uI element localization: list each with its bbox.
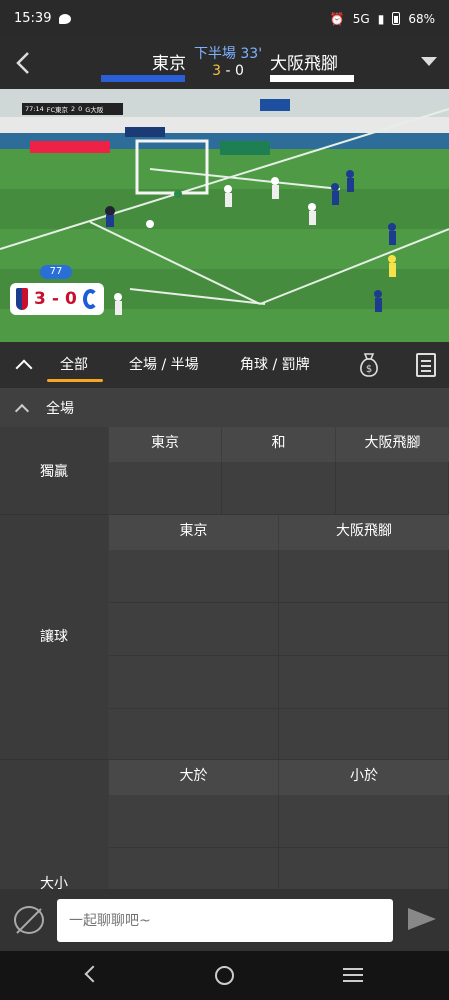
section-collapse-icon bbox=[14, 400, 30, 416]
odds-cell[interactable] bbox=[109, 795, 279, 848]
broadcast-away-score: 0 bbox=[78, 105, 83, 113]
winner-col-home: 東京 bbox=[109, 427, 221, 462]
broadcast-home-score: 2 bbox=[71, 105, 76, 113]
odds-cell[interactable] bbox=[279, 848, 449, 889]
signal-icon: ▮ bbox=[377, 11, 385, 26]
back-arrow-icon bbox=[16, 52, 29, 74]
nav-recents-icon[interactable] bbox=[343, 968, 363, 982]
odds-cell[interactable] bbox=[109, 550, 279, 603]
collapse-video-icon[interactable] bbox=[14, 355, 34, 375]
home-team-name: 東京 bbox=[152, 54, 186, 74]
market-tab-bar: 全部 全場 / 半場 角球 / 罰牌 $ bbox=[0, 342, 449, 388]
total-col-over: 大於 bbox=[109, 760, 278, 795]
odds-cell[interactable] bbox=[279, 795, 449, 848]
broadcast-scoreboard: 77:14 FC東京 2 0 G大阪 bbox=[22, 103, 123, 115]
odds-cell[interactable] bbox=[109, 656, 279, 709]
tab-full-half[interactable]: 全場 / 半場 bbox=[129, 354, 199, 374]
odds-cell[interactable] bbox=[279, 709, 449, 760]
home-score: 3 bbox=[212, 63, 222, 79]
market-list: 獨贏 東京 和 大阪飛腳 讓球 東京 大阪飛腳 大小 大於 小於 bbox=[0, 427, 449, 889]
document-icon[interactable] bbox=[416, 353, 436, 377]
odds-cell[interactable] bbox=[279, 603, 449, 656]
tab-all[interactable]: 全部 bbox=[60, 354, 88, 374]
card-home-score: 3 bbox=[34, 289, 46, 309]
broadcast-home: FC東京 bbox=[46, 106, 69, 114]
system-nav-bar bbox=[0, 951, 449, 1000]
home-team-color-bar bbox=[101, 75, 185, 82]
chat-input[interactable] bbox=[57, 899, 393, 942]
card-away-score: 0 bbox=[64, 289, 77, 309]
market-handicap-label: 讓球 bbox=[40, 629, 68, 645]
odds-cell[interactable] bbox=[279, 550, 449, 603]
back-button[interactable] bbox=[8, 45, 38, 81]
handicap-col-away: 大阪飛腳 bbox=[279, 515, 449, 550]
tab-corner-card[interactable]: 角球 / 罰牌 bbox=[240, 354, 310, 374]
battery-icon bbox=[392, 12, 401, 25]
chat-bar bbox=[0, 889, 449, 951]
odds-cell[interactable] bbox=[109, 709, 279, 760]
winner-col-away: 大阪飛腳 bbox=[336, 427, 449, 462]
away-team-name: 大阪飛腳 bbox=[270, 54, 338, 74]
nav-home-icon[interactable] bbox=[215, 966, 234, 985]
odds-cell[interactable] bbox=[336, 462, 449, 515]
svg-text:$: $ bbox=[366, 364, 372, 375]
send-icon[interactable] bbox=[408, 908, 436, 930]
match-period: 下半場 33' bbox=[193, 46, 263, 62]
broadcast-away: G大阪 bbox=[85, 106, 104, 114]
total-col-under: 小於 bbox=[279, 760, 449, 795]
section-full-match[interactable]: 全場 bbox=[0, 388, 449, 427]
match-dropdown-icon[interactable] bbox=[421, 57, 437, 66]
battery-level: 68% bbox=[408, 11, 435, 26]
score-card[interactable]: 3 - 0 bbox=[10, 283, 104, 315]
away-score: 0 bbox=[234, 63, 244, 79]
status-bar: 15:39 ⏰ 5G ▮ 68% bbox=[0, 0, 449, 37]
card-separator: - bbox=[51, 289, 59, 309]
message-notification-icon bbox=[59, 13, 72, 24]
odds-cell[interactable] bbox=[109, 848, 279, 889]
odds-cell[interactable] bbox=[109, 462, 222, 515]
odds-cell[interactable] bbox=[279, 656, 449, 709]
home-crest-icon bbox=[16, 288, 29, 310]
minute-badge: 77 bbox=[40, 265, 72, 279]
score-separator: - bbox=[225, 63, 231, 79]
nav-back-icon[interactable] bbox=[84, 965, 102, 983]
chat-disabled-icon[interactable] bbox=[14, 906, 44, 934]
odds-cell[interactable] bbox=[109, 603, 279, 656]
match-score: 3 - 0 bbox=[190, 63, 266, 79]
winner-col-draw: 和 bbox=[222, 427, 335, 462]
broadcast-clock: 77:14 bbox=[25, 105, 44, 113]
status-time: 15:39 bbox=[14, 11, 52, 26]
active-tab-indicator bbox=[47, 379, 103, 382]
section-title: 全場 bbox=[46, 401, 74, 417]
market-winner-label: 獨贏 bbox=[40, 464, 68, 480]
total-label-cell bbox=[0, 760, 108, 889]
app-root: 15:39 ⏰ 5G ▮ 68% 東京 下半場 33' 3 - 0 大阪飛腳 7… bbox=[0, 0, 449, 1000]
network-label: 5G bbox=[352, 11, 370, 26]
odds-cell[interactable] bbox=[222, 462, 336, 515]
alarm-icon: ⏰ bbox=[329, 11, 345, 26]
away-crest-icon bbox=[82, 289, 98, 309]
market-total-label: 大小 bbox=[40, 876, 68, 889]
match-header: 東京 下半場 33' 3 - 0 大阪飛腳 bbox=[0, 37, 449, 89]
handicap-col-home: 東京 bbox=[109, 515, 278, 550]
away-team-color-bar bbox=[270, 75, 354, 82]
money-bag-icon[interactable]: $ bbox=[357, 352, 381, 378]
